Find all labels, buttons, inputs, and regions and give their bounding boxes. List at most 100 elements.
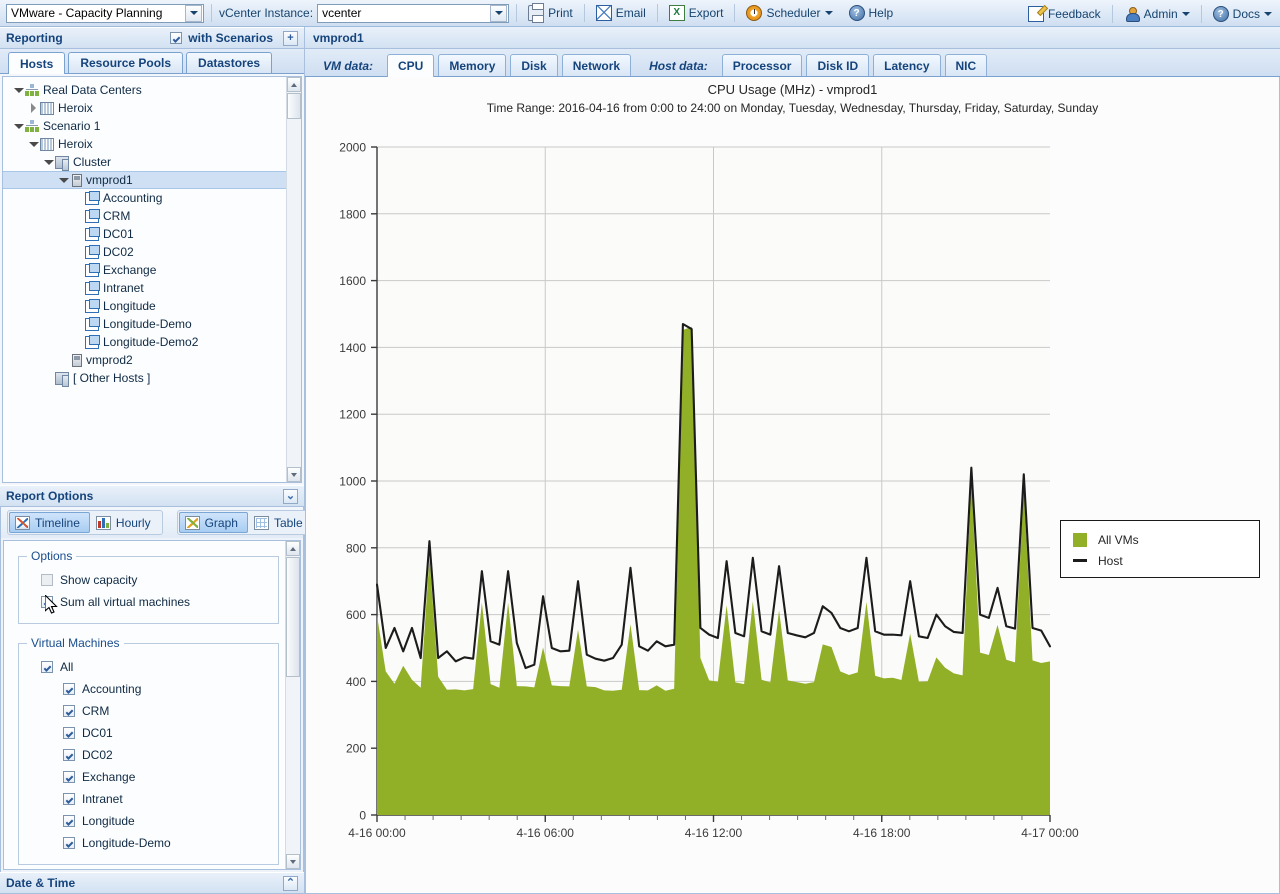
tab-disk[interactable]: Disk — [510, 54, 558, 76]
tab-latency[interactable]: Latency — [873, 54, 941, 76]
show-capacity-row[interactable]: Show capacity — [27, 569, 270, 591]
legend-label-host: Host — [1098, 553, 1123, 568]
vm-checkbox[interactable] — [63, 793, 75, 805]
vm-row-longitude[interactable]: Longitude — [27, 810, 270, 832]
tree-item-dc01[interactable]: DC01 — [9, 225, 286, 243]
sum-all-vms-row[interactable]: Sum all virtual machines — [27, 591, 270, 613]
svg-text:200: 200 — [346, 742, 366, 756]
twisty-open-icon[interactable] — [43, 157, 54, 168]
twisty-closed-icon[interactable] — [28, 103, 39, 114]
vm-row-dc02[interactable]: DC02 — [27, 744, 270, 766]
vm-checkbox[interactable] — [63, 705, 75, 717]
tab-nic[interactable]: NIC — [944, 54, 988, 76]
metric-tabs: VM data: CPU Memory Disk Network Host da… — [305, 49, 1280, 77]
vm-row-longitude-demo[interactable]: Longitude-Demo — [27, 832, 270, 854]
admin-menu[interactable]: Admin — [1120, 3, 1194, 25]
expand-date-time-button[interactable]: ⌃ — [283, 875, 298, 891]
scheduler-menu[interactable]: Scheduler — [742, 2, 836, 24]
scroll-up-button[interactable] — [286, 541, 300, 556]
scroll-thumb[interactable] — [287, 93, 301, 119]
date-time-header[interactable]: Date & Time ⌃ — [0, 872, 304, 894]
show-capacity-checkbox[interactable] — [41, 574, 53, 586]
help-button[interactable]: Help — [845, 2, 898, 24]
docs-menu[interactable]: Docs — [1209, 3, 1276, 25]
tab-processor[interactable]: Processor — [721, 54, 803, 76]
tree-item-crm[interactable]: CRM — [9, 207, 286, 225]
tree-item-vmprod1[interactable]: vmprod1 — [3, 171, 286, 189]
tree-item-intranet[interactable]: Intranet — [9, 279, 286, 297]
tree-scrollbar[interactable] — [286, 77, 301, 482]
tree-item-longitude-demo[interactable]: Longitude-Demo — [9, 315, 286, 333]
vm-row-exchange[interactable]: Exchange — [27, 766, 270, 788]
hourly-label: Hourly — [115, 515, 151, 530]
tab-cpu[interactable]: CPU — [387, 54, 435, 77]
vm-checkbox[interactable] — [63, 837, 75, 849]
feedback-button[interactable]: Feedback — [1024, 3, 1105, 25]
tab-memory[interactable]: Memory — [438, 54, 507, 76]
chevron-down-icon[interactable] — [185, 4, 202, 22]
tree-item-label: [ Other Hosts ] — [73, 370, 151, 385]
cluster-icon — [55, 371, 69, 387]
with-scenarios-checkbox[interactable] — [170, 32, 183, 44]
vm-row-crm[interactable]: CRM — [27, 700, 270, 722]
vm-row-dc01[interactable]: DC01 — [27, 722, 270, 744]
vm-checkbox[interactable] — [63, 815, 75, 827]
scroll-up-button[interactable] — [287, 77, 301, 92]
collapse-report-options-button[interactable]: ⌄ — [283, 488, 298, 504]
graph-button[interactable]: Graph — [178, 512, 248, 533]
application-select[interactable]: VMware - Capacity Planning — [6, 3, 204, 23]
tab-resource-pools[interactable]: Resource Pools — [68, 52, 184, 73]
scroll-down-button[interactable] — [287, 467, 301, 482]
svg-text:600: 600 — [346, 608, 366, 622]
scroll-thumb[interactable] — [286, 557, 300, 677]
export-button[interactable]: Export — [665, 2, 728, 24]
vm-all-checkbox[interactable] — [41, 661, 53, 673]
tree-item-longitude[interactable]: Longitude — [9, 297, 286, 315]
svg-text:400: 400 — [346, 675, 366, 689]
vm-checkbox[interactable] — [63, 727, 75, 739]
hourly-button[interactable]: Hourly — [90, 512, 161, 533]
tree-item-other-hosts[interactable]: [ Other Hosts ] — [9, 369, 286, 387]
tab-hosts[interactable]: Hosts — [8, 52, 66, 74]
twisty-open-icon[interactable] — [13, 85, 24, 96]
vm-row-accounting[interactable]: Accounting — [27, 678, 270, 700]
tree-item-heroix[interactable]: Heroix — [9, 135, 286, 153]
scroll-down-button[interactable] — [286, 854, 300, 869]
tree-item-exchange[interactable]: Exchange — [9, 261, 286, 279]
report-options-scrollbar[interactable] — [285, 541, 300, 869]
tab-datastores[interactable]: Datastores — [186, 52, 273, 73]
print-button[interactable]: Print — [524, 2, 577, 24]
email-button[interactable]: Email — [592, 2, 650, 24]
tree-item-longitude-demo2[interactable]: Longitude-Demo2 — [9, 333, 286, 351]
tree-item-scenario-1[interactable]: Scenario 1 — [9, 117, 286, 135]
vm-checkbox-list: Accounting CRM DC01 DC02 Exchange Intranet Lon… — [27, 678, 270, 854]
docs-label: Docs — [1232, 6, 1260, 21]
vm-all-row[interactable]: All — [27, 656, 270, 678]
chevron-down-icon[interactable] — [490, 4, 508, 22]
twisty-open-icon[interactable] — [28, 139, 39, 150]
table-button[interactable]: Table — [248, 512, 313, 533]
sum-all-vms-checkbox[interactable] — [41, 596, 53, 608]
tree-item-real-data-centers[interactable]: Real Data Centers — [9, 81, 286, 99]
tab-disk-id[interactable]: Disk ID — [806, 54, 870, 76]
chevron-down-icon — [1181, 11, 1190, 16]
application-select-value: VMware - Capacity Planning — [11, 6, 163, 20]
tree-item-cluster[interactable]: Cluster — [9, 153, 286, 171]
timeline-button[interactable]: Timeline — [9, 512, 90, 533]
vcenter-instance-select[interactable]: vcenter — [317, 3, 510, 23]
vm-checkbox[interactable] — [63, 749, 75, 761]
chart-legend: All VMs Host — [1060, 520, 1260, 578]
twisty-open-icon[interactable] — [13, 121, 24, 132]
tree-item-dc02[interactable]: DC02 — [9, 243, 286, 261]
vm-checkbox[interactable] — [63, 771, 75, 783]
svg-text:0: 0 — [359, 809, 366, 823]
tab-network[interactable]: Network — [561, 54, 632, 76]
tree-item-heroix[interactable]: Heroix — [9, 99, 286, 117]
tree-item-vmprod2[interactable]: vmprod2 — [9, 351, 286, 369]
add-scenario-button[interactable]: + — [283, 30, 298, 46]
vm-row-intranet[interactable]: Intranet — [27, 788, 270, 810]
tree-item-accounting[interactable]: Accounting — [9, 189, 286, 207]
vm-checkbox[interactable] — [63, 683, 75, 695]
twisty-open-icon[interactable] — [58, 175, 69, 186]
vm-label: Longitude-Demo — [82, 836, 171, 850]
